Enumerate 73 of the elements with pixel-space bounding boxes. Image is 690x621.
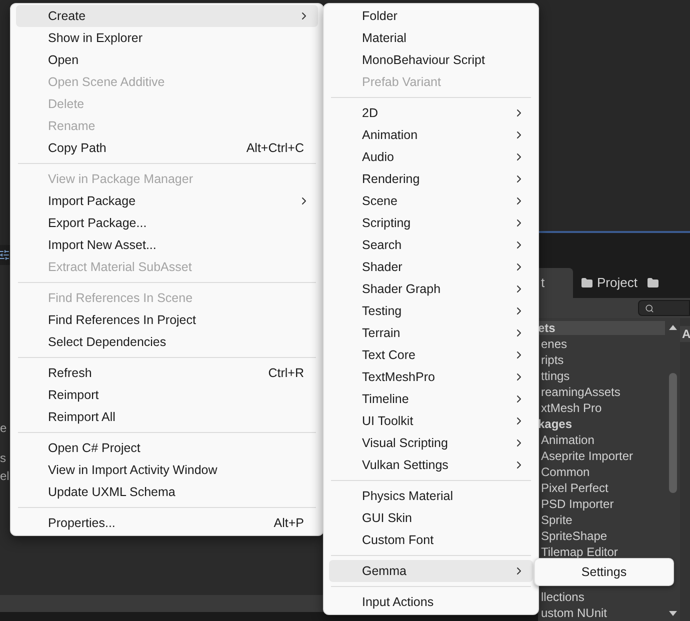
folder-icon: [581, 277, 593, 289]
menu-item[interactable]: Select Dependencies: [16, 331, 318, 353]
menu-item[interactable]: GUI Skin: [329, 507, 533, 529]
menu-item[interactable]: Reimport All: [16, 406, 318, 428]
menu-item[interactable]: Scripting: [329, 212, 533, 234]
menu-item[interactable]: Vulkan Settings: [329, 454, 533, 476]
tree-item[interactable]: Pixel Perfect: [538, 480, 665, 495]
tree-item[interactable]: enes: [538, 336, 665, 351]
tree-item[interactable]: Common: [538, 464, 665, 479]
menu-item[interactable]: Terrain: [329, 322, 533, 344]
panel-label: s: [0, 450, 6, 466]
search-icon: [645, 304, 654, 312]
menu-item[interactable]: Custom Font: [329, 529, 533, 551]
panel-label: el: [0, 468, 10, 484]
menu-item[interactable]: Refresh Ctrl+R: [16, 362, 318, 384]
menu-item[interactable]: Find References In Project: [16, 309, 318, 331]
menu-item[interactable]: Testing: [329, 300, 533, 322]
tree-item[interactable]: Sprite: [538, 512, 665, 527]
menu-item[interactable]: Search: [329, 234, 533, 256]
menu-item[interactable]: Audio: [329, 146, 533, 168]
menu-item[interactable]: Reimport: [16, 384, 318, 406]
menu-item[interactable]: Properties... Alt+P: [16, 512, 318, 534]
menu-item[interactable]: 2D: [329, 102, 533, 124]
menu-item[interactable]: Update UXML Schema: [16, 481, 318, 503]
menu-item[interactable]: Timeline: [329, 388, 533, 410]
menu-item[interactable]: Physics Material: [329, 485, 533, 507]
menu-item[interactable]: Shader: [329, 256, 533, 278]
tree-item[interactable]: ttings: [538, 368, 665, 383]
menu-item[interactable]: TextMeshPro: [329, 366, 533, 388]
panel-label: e: [0, 420, 7, 436]
menu-item[interactable]: Shader Graph: [329, 278, 533, 300]
menu-item[interactable]: Show in Explorer: [16, 27, 318, 49]
pane-header: A: [681, 326, 690, 342]
menu-item[interactable]: Folder: [329, 5, 533, 27]
menu-item[interactable]: Import Package: [16, 190, 318, 212]
menu-item[interactable]: Export Package...: [16, 212, 318, 234]
panel-tab[interactable]: t: [538, 268, 573, 298]
tree-item[interactable]: Tilemap Editor: [538, 544, 665, 559]
scroll-up-icon[interactable]: [668, 324, 676, 330]
scroll-down-icon[interactable]: [668, 611, 676, 617]
menu-item[interactable]: Animation: [329, 124, 533, 146]
menu-item[interactable]: View in Import Activity Window: [16, 459, 318, 481]
tree-item[interactable]: SpriteShape: [538, 528, 665, 543]
menu-item[interactable]: Settings: [537, 561, 671, 583]
tree-item[interactable]: ets: [538, 320, 665, 335]
menu-item[interactable]: Text Core: [329, 344, 533, 366]
menu-item[interactable]: MonoBehaviour Script: [329, 49, 533, 71]
tree-item[interactable]: ustom NUnit: [538, 606, 665, 620]
menu-item[interactable]: UI Toolkit: [329, 410, 533, 432]
sliders-icon[interactable]: [0, 249, 10, 261]
scrollbar[interactable]: [665, 318, 680, 621]
tree-item[interactable]: Animation: [538, 432, 665, 447]
menu-item[interactable]: Copy Path Alt+Ctrl+C: [16, 137, 318, 159]
menu-item[interactable]: Import New Asset...: [16, 234, 318, 256]
tree-item[interactable]: PSD Importer: [538, 496, 665, 511]
folder-icon: [647, 277, 660, 289]
tree-item[interactable]: kages: [538, 416, 665, 431]
tree-item[interactable]: xtMesh Pro: [538, 400, 665, 415]
menu-item[interactable]: Scene: [329, 190, 533, 212]
scrollbar-thumb[interactable]: [668, 373, 676, 493]
menu-item[interactable]: Rendering: [329, 168, 533, 190]
menu-item[interactable]: Open: [16, 49, 318, 71]
tree-item[interactable]: ripts: [538, 352, 665, 367]
menu-item[interactable]: Visual Scripting: [329, 432, 533, 454]
tree-item[interactable]: reamingAssets: [538, 384, 665, 399]
menu-item[interactable]: Open C# Project: [16, 437, 318, 459]
tree-item[interactable]: Aseprite Importer: [538, 448, 665, 463]
menu-item[interactable]: Gemma: [329, 560, 533, 582]
menu-item[interactable]: Material: [329, 27, 533, 49]
tree-item[interactable]: llections: [538, 590, 665, 604]
menu-item[interactable]: Create: [16, 5, 318, 27]
menu-item[interactable]: Input Actions: [329, 591, 533, 613]
search-field[interactable]: [638, 300, 690, 316]
